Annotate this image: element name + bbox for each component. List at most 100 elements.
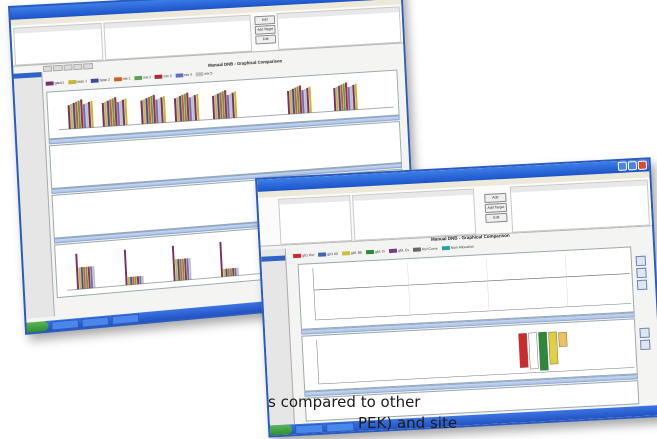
add-target-button[interactable]: Add Target [254, 24, 276, 35]
bar [548, 331, 559, 365]
legend-swatch [67, 79, 76, 85]
edit-button[interactable]: Edit [255, 34, 277, 45]
legend-label: Nsm Allocation [450, 244, 475, 250]
add-location-button[interactable]: Add Location [254, 15, 276, 29]
bar [518, 333, 529, 368]
bar [236, 267, 239, 276]
legend-label: base 2 [99, 77, 110, 83]
tab-3[interactable] [63, 64, 73, 71]
reference-line [313, 273, 630, 291]
taskbar-item[interactable] [81, 315, 110, 328]
refresh-icon[interactable] [636, 279, 648, 291]
legend-entry: gaus1 [45, 80, 65, 86]
right-list [509, 179, 651, 233]
legend-swatch [318, 252, 327, 257]
legend-label: gb1 Bb [350, 250, 363, 256]
legend-swatch [45, 81, 54, 86]
legend-swatch [341, 251, 350, 256]
legend-swatch [90, 78, 99, 83]
taskbar-item[interactable] [51, 318, 80, 330]
add-location-button[interactable]: Add Location [484, 192, 507, 207]
legend-entry: Nsm Allocation [441, 244, 475, 251]
tab-5[interactable] [83, 63, 93, 70]
bar [227, 268, 230, 277]
legend-label: mix 1 [122, 76, 131, 81]
bar [171, 245, 176, 282]
legend-swatch [293, 253, 302, 259]
tab-2[interactable] [53, 64, 63, 72]
bar [127, 276, 130, 286]
zoom-out-icon[interactable] [636, 267, 647, 279]
legend-label: mix 3 [163, 73, 172, 79]
legend-label: gaus1 [54, 80, 65, 86]
close-icon[interactable] [637, 160, 648, 170]
legend-label: gb1 Cs [397, 247, 410, 253]
legend-entry: gb1 Ci [365, 249, 386, 255]
bar [223, 268, 226, 277]
add-target-button[interactable]: Add Target [484, 202, 508, 214]
legend-entry: mix 4 [175, 73, 192, 78]
maximize-icon[interactable] [627, 161, 638, 171]
caption-line-2: PEK) and site [358, 414, 458, 432]
legend-entry: gb1 Cs [388, 247, 410, 254]
grid-line [486, 258, 490, 311]
y-axis [316, 339, 320, 384]
taskbar-item[interactable] [111, 313, 140, 325]
legend-entry: gb1 Bb [341, 250, 363, 256]
legend-label: gb1 Ref [302, 252, 315, 258]
taskbar-item[interactable] [294, 423, 324, 434]
legend-swatch [134, 75, 143, 81]
zoom-in-icon[interactable] [635, 255, 647, 267]
minimize-icon[interactable] [617, 161, 628, 171]
legend-label: gb1 Ci [374, 249, 386, 254]
taskbar-item[interactable] [325, 421, 355, 433]
left-list-header [279, 196, 350, 205]
legend-entry: Ref Curve [412, 246, 438, 252]
bar [136, 276, 140, 285]
bar [528, 332, 539, 370]
left-list-header [14, 23, 101, 34]
tree-list [352, 188, 477, 241]
bar [141, 275, 144, 284]
bar [538, 331, 549, 371]
chart-title: Manual DNB - Graphical Comparison [208, 58, 283, 68]
bar [229, 268, 233, 277]
legend-swatch [195, 72, 204, 77]
legend-label: gb1 All [327, 251, 338, 257]
legend-label: base 1 [76, 79, 88, 84]
zoom-in-icon[interactable] [639, 327, 650, 339]
legend-swatch [365, 249, 375, 255]
zoom-out-icon[interactable] [640, 339, 651, 351]
grid-line [564, 254, 569, 307]
tree-list-header [353, 189, 474, 201]
tab-1[interactable] [42, 65, 53, 72]
start-button[interactable] [26, 320, 49, 333]
bar [129, 276, 133, 285]
legend-swatch [154, 74, 163, 79]
sidebar-item[interactable] [262, 271, 286, 277]
legend-entry: gb1 All [318, 252, 338, 257]
legend-entry: gb1 Ref [293, 252, 315, 259]
left-list [13, 22, 104, 66]
tab-4[interactable] [73, 63, 83, 71]
right-list [276, 6, 402, 50]
start-button[interactable] [269, 424, 293, 436]
bar [234, 267, 237, 276]
bar [123, 249, 128, 286]
sidebar-item[interactable] [15, 92, 43, 99]
legend-entry: base 2 [90, 77, 110, 83]
left-list [278, 195, 353, 245]
legend-label: mix 2 [142, 75, 152, 80]
legend-entry: mix 1 [113, 76, 131, 82]
legend-entry: mix 5 [195, 71, 213, 77]
legend-entry: mix 3 [154, 73, 172, 79]
bar [75, 253, 80, 290]
bar [132, 276, 135, 285]
legend-swatch [412, 247, 422, 252]
bar [232, 268, 235, 276]
legend-entry: base 1 [67, 79, 88, 85]
bar [219, 241, 224, 277]
bar [134, 276, 137, 285]
legend-swatch [441, 245, 450, 251]
edit-button[interactable]: Edit [485, 212, 508, 223]
